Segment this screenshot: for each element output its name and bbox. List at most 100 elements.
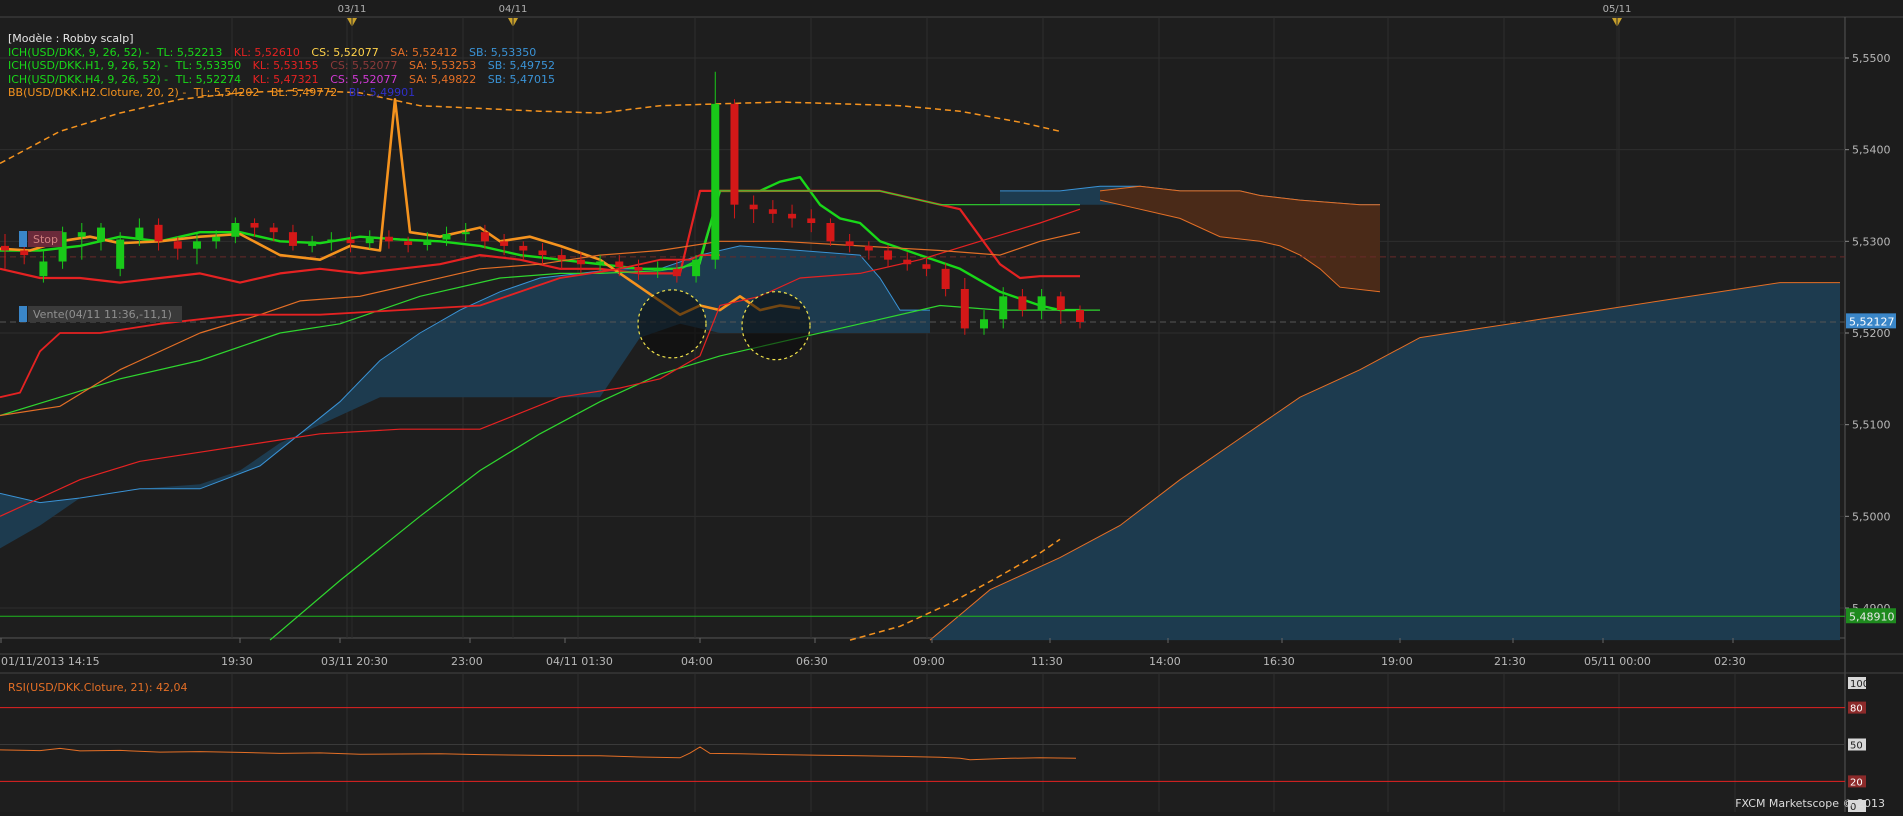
candle-body — [365, 236, 374, 244]
candle-body — [346, 239, 355, 244]
legend-4-tl: TL: 5,54202 — [193, 86, 260, 99]
candle-body — [288, 232, 297, 246]
candle-body — [864, 245, 873, 251]
candle-body — [960, 289, 969, 329]
price-tick-label: 5,5200 — [1852, 327, 1891, 340]
candle-body — [1, 245, 9, 251]
candle-body — [788, 213, 797, 219]
candle-body — [999, 296, 1008, 320]
candle-body — [807, 218, 816, 223]
time-tick-label: 03/11 20:30 — [321, 655, 388, 668]
time-tick-label: 14:00 — [1149, 655, 1181, 668]
legend-line-4[interactable]: BB(USD/DKK.H2.Cloture, 20, 2) - TL: 5,54… — [8, 86, 563, 100]
candle-body — [480, 232, 489, 242]
candle-body — [1076, 310, 1084, 322]
candle-body — [845, 241, 854, 246]
legend-2-tl: TL: 5,53350 — [175, 59, 242, 72]
legend-2-name: ICH(USD/DKK.H1, 9, 26, 52) - — [8, 59, 169, 72]
legend-line-3[interactable]: ICH(USD/DKK.H4, 9, 26, 52) - TL: 5,52274… — [8, 73, 563, 87]
candle-body — [576, 259, 585, 265]
candle-body — [96, 227, 105, 242]
time-tick-label: 04:00 — [681, 655, 713, 668]
candle-body — [308, 241, 317, 246]
candle-body — [461, 232, 470, 235]
price-tick-label: 5,5300 — [1852, 235, 1891, 248]
low-price-tag: 5,48910 — [1849, 610, 1895, 623]
time-tick-label: 19:30 — [221, 655, 253, 668]
candle-body — [135, 227, 144, 240]
candle-body — [1037, 296, 1046, 311]
time-tick-label: 21:30 — [1494, 655, 1526, 668]
candle-body — [692, 259, 701, 277]
time-tick-label: 23:00 — [451, 655, 483, 668]
time-tick-label: 01/11/2013 14:15 — [1, 655, 100, 668]
candle-body — [500, 241, 509, 246]
time-tick-label: 09:00 — [913, 655, 945, 668]
rsi-plot-area — [0, 673, 1845, 812]
price-tick-label: 5,5100 — [1852, 419, 1891, 432]
rsi-level-label: 20 — [1850, 777, 1863, 788]
legend-line-1[interactable]: ICH(USD/DKK, 9, 26, 52) - TL: 5,52213 KL… — [8, 46, 563, 60]
candle-body — [77, 232, 86, 237]
legend-4-bl2: BL: 5,49901 — [348, 86, 416, 99]
candle-body — [768, 209, 777, 214]
legend-1-kl: KL: 5,52610 — [233, 45, 300, 59]
candle-body — [903, 259, 912, 265]
candle-body — [250, 223, 259, 228]
candle-body — [39, 261, 48, 277]
legend-3-sa: SA: 5,49822 — [409, 72, 477, 86]
legend-3-name: ICH(USD/DKK.H4, 9, 26, 52) - — [8, 72, 169, 86]
price-tick-label: 5,5400 — [1852, 144, 1891, 157]
candle-body — [941, 268, 950, 289]
chart-window: 03/11 04/11 05/11 Stop Vente(04/11 11:36,-11… — [0, 0, 1903, 813]
highlight-circle-1 — [741, 291, 811, 361]
rsi-level-label: 100 — [1850, 679, 1869, 690]
rsi-level-label: 80 — [1850, 704, 1863, 715]
indicator-legend: [Modèle : Robby scalp] ICH(USD/DKK, 9, 2… — [8, 32, 563, 100]
candle-body — [557, 255, 566, 260]
candle-body — [615, 261, 624, 267]
candle-body — [596, 261, 605, 265]
candle-body — [634, 267, 643, 271]
price-tick-label: 5,5500 — [1852, 52, 1891, 65]
candle-body — [922, 264, 931, 269]
rsi-level-label: 50 — [1850, 741, 1863, 752]
model-label: [Modèle : Robby scalp] — [8, 32, 134, 45]
candle-body — [327, 239, 336, 242]
legend-2-kl: KL: 5,53155 — [252, 59, 319, 72]
legend-1-tl: TL: 5,52213 — [156, 45, 223, 59]
legend-3-cs: CS: 5,52077 — [330, 72, 398, 86]
time-tick-label: 02:30 — [1714, 655, 1746, 668]
candle-body — [154, 224, 163, 242]
candle-body — [116, 239, 125, 269]
price-tick-label: 5,5000 — [1852, 510, 1891, 523]
candle-body — [212, 236, 221, 242]
candle-body — [538, 250, 547, 256]
time-tick-label: 16:30 — [1263, 655, 1295, 668]
time-tick-label: 05/11 00:00 — [1584, 655, 1651, 668]
legend-4-name: BB(USD/DKK.H2.Cloture, 20, 2) - — [8, 86, 187, 99]
legend-1-sb: SB: 5,53350 — [469, 45, 537, 59]
candle-body — [1056, 296, 1065, 311]
legend-4-bl: BL: 5,49772 — [270, 86, 338, 99]
legend-3-sb: SB: 5,47015 — [487, 72, 555, 86]
candle-body — [672, 268, 681, 277]
time-tick-label: 19:00 — [1381, 655, 1413, 668]
candle-body — [404, 241, 413, 245]
legend-line-2[interactable]: ICH(USD/DKK.H1, 9, 26, 52) - TL: 5,53350… — [8, 59, 563, 73]
candle-body — [423, 239, 432, 245]
candle-body — [980, 319, 989, 329]
candle-body — [826, 223, 835, 242]
candle-body — [1018, 296, 1027, 311]
time-tick-label: 11:30 — [1031, 655, 1063, 668]
legend-3-tl: TL: 5,52274 — [175, 72, 242, 86]
date-marker-label: 03/11 — [338, 4, 367, 15]
candle-body — [749, 204, 758, 210]
time-tick-label: 06:30 — [796, 655, 828, 668]
legend-2-cs: CS: 5,52077 — [330, 59, 398, 72]
candle-body — [269, 227, 278, 233]
chart-svg: 03/11 04/11 05/11 Stop Vente(04/11 11:36,-11… — [0, 0, 1903, 813]
current-price-tag: 5,52127 — [1849, 315, 1895, 328]
stop-marker — [19, 231, 27, 247]
candle-body — [730, 103, 739, 205]
